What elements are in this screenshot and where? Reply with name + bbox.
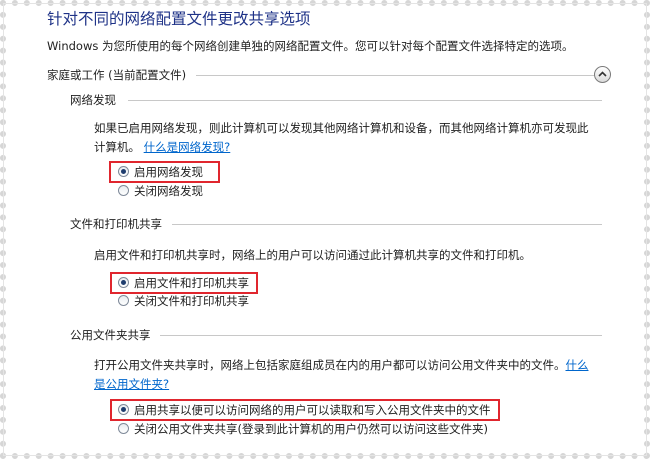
public-folder-help-link[interactable]: 什么: [566, 358, 589, 372]
radio-button[interactable]: [118, 404, 129, 415]
network-discovery-help-link[interactable]: 什么是网络发现?: [144, 140, 231, 154]
radio-label: 关闭网络发现: [134, 184, 203, 198]
collapse-profile-button[interactable]: [594, 66, 611, 83]
radio-label: 关闭文件和打印机共享: [134, 294, 249, 308]
description-text: 打开公用文件夹共享时，网络上包括家庭组成员在内的用户都可以访问公用文件夹中的文件…: [94, 358, 566, 372]
description-line: 是公用文件夹?: [94, 375, 589, 394]
description-text: 计算机。: [94, 140, 140, 154]
radio-button[interactable]: [118, 295, 129, 306]
file-printer-sharing-description: 启用文件和打印机共享时，网络上的用户可以访问通过此计算机共享的文件和打印机。: [94, 248, 531, 262]
sharing-settings-page: 针对不同的网络配置文件更改共享选项 Windows 为您所使用的每个网络创建单独…: [0, 0, 650, 459]
radio-button[interactable]: [118, 185, 129, 196]
radio-button[interactable]: [118, 423, 129, 434]
page-title: 针对不同的网络配置文件更改共享选项: [47, 10, 311, 28]
radio-button[interactable]: [118, 166, 129, 177]
file-printer-sharing-title: 文件和打印机共享: [70, 217, 162, 231]
radio-label: 关闭公用文件夹共享(登录到此计算机的用户仍然可以访问这些文件夹): [134, 422, 488, 436]
page-description: Windows 为您所使用的每个网络创建单独的网络配置文件。您可以针对每个配置文…: [47, 39, 574, 53]
radio-label: 启用网络发现: [134, 165, 203, 179]
radio-label: 启用共享以便可以访问网络的用户可以读取和写入公用文件夹中的文件: [134, 403, 491, 417]
public-folder-sharing-description: 打开公用文件夹共享时，网络上包括家庭组成员在内的用户都可以访问公用文件夹中的文件…: [94, 356, 589, 394]
description-line: 打开公用文件夹共享时，网络上包括家庭组成员在内的用户都可以访问公用文件夹中的文件…: [94, 356, 589, 375]
public-folder-sharing-title: 公用文件夹共享: [70, 328, 151, 342]
radio-button[interactable]: [118, 277, 129, 288]
profile-divider: [196, 75, 602, 76]
chevron-up-icon: [598, 71, 607, 77]
section-divider: [160, 335, 602, 336]
radio-label: 启用文件和打印机共享: [134, 276, 249, 290]
network-discovery-title: 网络发现: [70, 93, 116, 107]
section-divider: [128, 100, 602, 101]
description-line: 计算机。 什么是网络发现?: [94, 138, 589, 157]
public-folder-help-link-continued[interactable]: 是公用文件夹?: [94, 377, 169, 391]
description-line: 如果已启用网络发现，则此计算机可以发现其他网络计算机和设备，而其他网络计算机亦可…: [94, 121, 589, 135]
profile-header[interactable]: 家庭或工作 (当前配置文件): [47, 67, 186, 83]
network-discovery-description: 如果已启用网络发现，则此计算机可以发现其他网络计算机和设备，而其他网络计算机亦可…: [94, 119, 589, 157]
section-divider: [172, 224, 602, 225]
